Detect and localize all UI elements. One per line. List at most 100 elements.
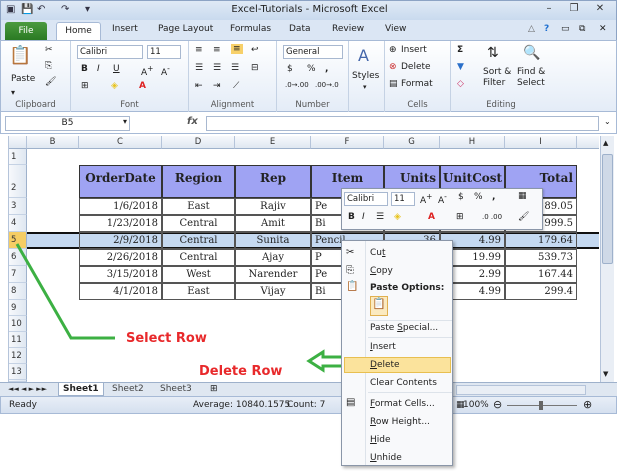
scroll-down-icon[interactable]: ▼ [603,370,608,378]
tab-insert[interactable]: Insert [112,24,138,34]
fill-color-icon[interactable]: ◈ [111,81,118,91]
header-region[interactable]: Region [162,165,235,198]
horizontal-scrollbar[interactable] [456,385,586,395]
app-restore-icon[interactable]: ⧉ [579,24,585,34]
mini-font-select[interactable]: Calibri [344,192,388,206]
bold-button[interactable]: B [81,64,88,74]
align-bottom-icon[interactable]: ≡ [231,44,243,54]
name-box-dropdown-icon[interactable]: ▾ [123,117,127,126]
format-painter-icon[interactable]: 🖌 [45,77,56,87]
mini-format-table-icon[interactable]: ▦ [518,191,527,201]
decrease-decimal-icon[interactable]: .00→.0 [315,81,339,89]
underline-button[interactable]: U [113,64,120,74]
cell-orderdate[interactable]: 1/6/2018 [79,198,162,215]
formula-input[interactable] [206,116,599,131]
cell-rep[interactable]: Rajiv [235,198,311,215]
borders-icon[interactable]: ⊞ [81,81,89,91]
header-orderdate[interactable]: OrderDate [79,165,162,198]
sort-filter-button[interactable]: Sort & [483,67,511,77]
paste-dropdown-icon[interactable]: ▾ [11,88,15,97]
sheet-tab-1[interactable]: Sheet1 [58,383,104,396]
menu-format-cells[interactable]: Format Cells... [370,399,435,409]
wrap-text-icon[interactable]: ↩ [251,45,259,55]
header-rep[interactable]: Rep [235,165,311,198]
tab-data[interactable]: Data [289,24,311,34]
mini-borders-icon[interactable]: ⊞ [456,212,464,222]
sort-filter-icon[interactable]: ⇅ [487,45,499,61]
minimize-ribbon-icon[interactable]: △ [528,24,535,34]
percent-button[interactable]: % [307,64,316,74]
column-header-j[interactable] [577,136,599,149]
menu-row-height[interactable]: Row Height... [370,417,430,427]
column-header-c[interactable]: C [79,136,162,149]
font-size-select[interactable]: 11 [147,45,181,59]
cell-orderdate[interactable]: 1/23/2018 [79,215,162,232]
column-header-h[interactable]: H [440,136,505,149]
mini-fill-color-icon[interactable]: ◈ [394,212,401,222]
menu-clear-contents[interactable]: Clear Contents [370,378,437,388]
row-header-3[interactable]: 3 [9,198,27,215]
cell-rep[interactable]: Amit [235,215,311,232]
menu-paste-special[interactable]: Paste Special... [370,323,438,333]
fill-icon[interactable]: ▼ [457,62,464,72]
cell-region[interactable]: East [162,198,235,215]
column-header-i[interactable]: I [505,136,577,149]
comma-button[interactable]: , [325,64,328,74]
mini-format-painter-icon[interactable]: 🖌 [518,212,529,222]
align-left-icon[interactable]: ☰ [195,63,203,73]
close-icon[interactable]: ✕ [591,3,609,17]
mini-font-color-icon[interactable]: A [428,212,435,222]
merge-center-icon[interactable]: ⊟ [251,63,259,73]
italic-button[interactable]: I [97,64,100,74]
mini-grow-font-icon[interactable]: A+ [420,192,432,206]
select-all-corner[interactable] [9,136,27,149]
align-middle-icon[interactable]: ≡ [213,45,221,55]
paste-icon[interactable]: 📋 [9,45,31,66]
zoom-slider-thumb[interactable] [539,401,543,410]
expand-formula-icon[interactable]: ⌄ [604,117,611,126]
insert-cells-button[interactable]: Insert [401,45,427,55]
currency-button[interactable]: $ [287,64,293,74]
row-header-4[interactable]: 4 [9,215,27,232]
tab-review[interactable]: Review [332,24,364,34]
sheet-tab-3[interactable]: Sheet3 [156,383,196,396]
copy-icon[interactable]: ⎘ [45,61,52,71]
column-header-e[interactable]: E [235,136,311,149]
menu-hide[interactable]: Hide [370,435,391,445]
grow-font-icon[interactable]: A+ [141,64,153,78]
clear-icon[interactable]: ◇ [457,79,464,89]
mini-size-select[interactable]: 11 [391,192,415,206]
paste-button[interactable]: Paste [11,74,35,84]
tab-view[interactable]: View [385,24,406,34]
menu-unhide[interactable]: Unhide [370,453,402,463]
font-name-select[interactable]: Calibri [77,45,143,59]
mini-shrink-font-icon[interactable]: A- [438,192,447,206]
styles-icon[interactable]: A [358,46,369,65]
tab-file[interactable]: File [5,22,47,40]
format-button[interactable]: Format [401,79,433,89]
column-header-g[interactable]: G [384,136,440,149]
column-header-b[interactable]: B [27,136,79,149]
tab-page-layout[interactable]: Page Layout [158,24,213,34]
name-box[interactable]: B5 [5,116,130,131]
tab-home[interactable]: Home [56,22,101,41]
new-sheet-icon[interactable]: ⊞ [206,383,222,396]
menu-delete[interactable]: Delete [370,360,400,370]
orientation-icon[interactable]: ⟋ [233,81,239,91]
column-header-d[interactable]: D [162,136,235,149]
row-header-2[interactable]: 2 [9,165,27,198]
mini-italic-button[interactable]: I [362,212,365,222]
align-top-icon[interactable]: ≡ [195,45,203,55]
mini-bold-button[interactable]: B [348,212,355,222]
align-right-icon[interactable]: ☰ [231,63,239,73]
tab-formulas[interactable]: Formulas [230,24,271,34]
zoom-out-icon[interactable]: ⊖ [493,398,502,411]
increase-decimal-icon[interactable]: .0→.00 [285,81,309,89]
increase-indent-icon[interactable]: ⇥ [213,81,221,91]
font-color-icon[interactable]: A [139,81,146,91]
minimize-icon[interactable]: – [540,3,558,17]
delete-cells-icon[interactable]: ⊗ [389,62,397,72]
app-minimize-icon[interactable]: ▭ [561,24,570,34]
shrink-font-icon[interactable]: A- [161,64,170,78]
scroll-up-icon[interactable]: ▲ [603,139,608,147]
